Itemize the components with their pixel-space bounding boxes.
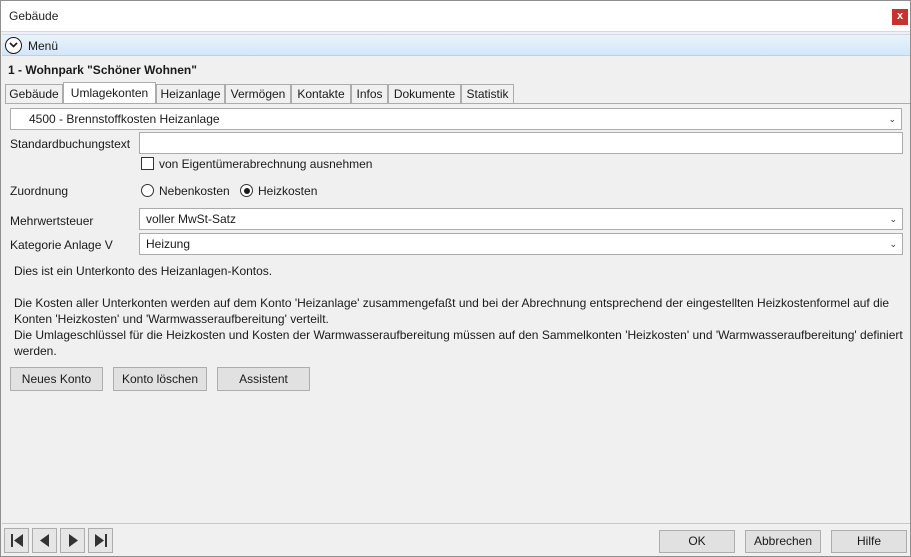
tab-gebaeude[interactable]: Gebäude bbox=[5, 84, 63, 104]
kategorie-select[interactable]: Heizung ⌄ bbox=[139, 233, 903, 255]
first-record-icon[interactable] bbox=[4, 528, 29, 553]
chevron-down-circle-icon[interactable] bbox=[5, 37, 22, 54]
menu-bar[interactable]: Menü bbox=[2, 34, 910, 56]
info-line-4: Die Umlageschlüssel für die Heizkosten u… bbox=[14, 328, 903, 342]
delete-account-button[interactable]: Konto löschen bbox=[113, 367, 207, 391]
window: Gebäude x Menü 1 - Wohnpark "Schöner Woh… bbox=[0, 0, 911, 557]
last-record-icon[interactable] bbox=[88, 528, 113, 553]
mwst-label: Mehrwertsteuer bbox=[10, 214, 94, 228]
info-line-2: Die Kosten aller Unterkonten werden auf … bbox=[14, 296, 890, 310]
cancel-button[interactable]: Abbrechen bbox=[745, 530, 821, 553]
tab-heizanlage[interactable]: Heizanlage bbox=[156, 84, 225, 104]
ok-button[interactable]: OK bbox=[659, 530, 735, 553]
chevron-down-icon: ⌄ bbox=[889, 214, 897, 224]
close-button[interactable]: x bbox=[892, 9, 908, 25]
menu-label[interactable]: Menü bbox=[28, 39, 58, 53]
kategorie-select-value: Heizung bbox=[146, 237, 191, 251]
tab-statistik[interactable]: Statistik bbox=[461, 84, 514, 104]
new-account-button[interactable]: Neues Konto bbox=[10, 367, 103, 391]
tab-umlagekonten[interactable]: Umlagekonten bbox=[63, 82, 156, 104]
radio-heizkosten[interactable] bbox=[240, 184, 253, 197]
exclude-owner-checkbox[interactable] bbox=[141, 157, 154, 170]
info-line-3: Konten 'Heizkosten' und 'Warmwasseraufbe… bbox=[14, 312, 329, 326]
title-bar: Gebäude x bbox=[1, 1, 910, 32]
radio-nebenkosten[interactable] bbox=[141, 184, 154, 197]
kategorie-label: Kategorie Anlage V bbox=[10, 238, 113, 252]
info-line-5: werden. bbox=[14, 344, 57, 358]
radio-nebenkosten-label: Nebenkosten bbox=[159, 184, 230, 198]
mwst-select-value: voller MwSt-Satz bbox=[146, 212, 237, 226]
bottom-bar: OK Abbrechen Hilfe bbox=[2, 523, 910, 556]
account-select-value: 4500 - Brennstoffkosten Heizanlage bbox=[29, 112, 220, 126]
radio-heizkosten-label: Heizkosten bbox=[258, 184, 318, 198]
tab-infos[interactable]: Infos bbox=[351, 84, 388, 104]
zuordnung-label: Zuordnung bbox=[10, 184, 69, 198]
standard-text-input[interactable] bbox=[139, 132, 903, 154]
help-button[interactable]: Hilfe bbox=[831, 530, 907, 553]
next-record-icon[interactable] bbox=[60, 528, 85, 553]
window-title: Gebäude bbox=[9, 9, 59, 23]
chevron-down-icon: ⌄ bbox=[889, 239, 897, 249]
exclude-owner-label: von Eigentümerabrechnung ausnehmen bbox=[159, 157, 373, 171]
record-title: 1 - Wohnpark "Schöner Wohnen" bbox=[8, 63, 197, 77]
previous-record-icon[interactable] bbox=[32, 528, 57, 553]
account-select[interactable]: 4500 - Brennstoffkosten Heizanlage ⌄ bbox=[10, 108, 902, 130]
standard-text-label: Standardbuchungstext bbox=[10, 137, 131, 151]
mwst-select[interactable]: voller MwSt-Satz ⌄ bbox=[139, 208, 903, 230]
chevron-down-icon: ⌄ bbox=[888, 114, 896, 124]
info-line-1: Dies ist ein Unterkonto des Heizanlagen-… bbox=[14, 264, 273, 278]
tab-dokumente[interactable]: Dokumente bbox=[388, 84, 461, 104]
tab-kontakte[interactable]: Kontakte bbox=[291, 84, 351, 104]
assistant-button[interactable]: Assistent bbox=[217, 367, 310, 391]
tab-vermoegen[interactable]: Vermögen bbox=[225, 84, 291, 104]
